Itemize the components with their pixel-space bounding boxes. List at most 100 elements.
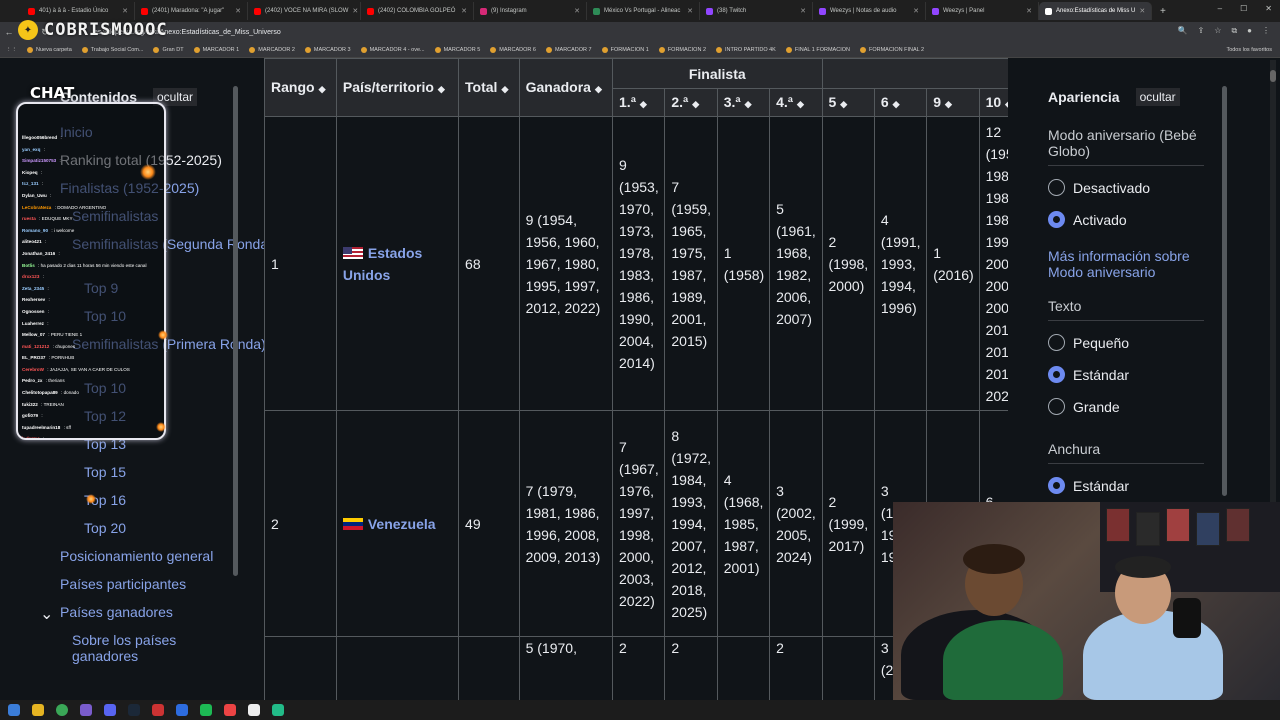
chrome-icon[interactable]: [56, 704, 68, 716]
cell-pais[interactable]: [335, 636, 460, 700]
radio-selected-icon[interactable]: [1048, 211, 1065, 228]
sort-icon[interactable]: ◆: [893, 99, 900, 109]
cell-pais[interactable]: Venezuela: [335, 410, 460, 637]
profile-icon[interactable]: ●: [1247, 26, 1252, 36]
bookmark-item[interactable]: FORMACION 1: [601, 46, 649, 53]
col-finalist-sub[interactable]: 2.ª ◆: [664, 88, 718, 117]
menu-icon[interactable]: ⋮: [1262, 26, 1270, 36]
radio-text-large[interactable]: Grande: [1048, 398, 1120, 415]
appearance-scrollbar[interactable]: [1222, 86, 1227, 496]
app-icon[interactable]: [80, 704, 92, 716]
close-icon[interactable]: ✕: [1265, 4, 1272, 13]
bookmark-item[interactable]: MARCADOR 6: [490, 46, 536, 53]
col-finalist-sub[interactable]: 1.ª ◆: [612, 88, 666, 117]
app-icon[interactable]: [176, 704, 188, 716]
share-icon[interactable]: ⇪: [1198, 26, 1205, 36]
toc-item[interactable]: Países ganadores: [60, 604, 173, 620]
sort-icon[interactable]: ◆: [595, 84, 602, 94]
toc-item[interactable]: Top 15: [84, 464, 126, 480]
zoom-icon[interactable]: 🔍: [1178, 26, 1188, 36]
browser-tab[interactable]: (9) Instagram ✕: [474, 2, 587, 20]
bookmark-item[interactable]: FINAL 1 FORMACION: [785, 46, 850, 53]
bookmark-item[interactable]: Gran DT: [153, 46, 184, 53]
spotify-icon[interactable]: [200, 704, 212, 716]
tab-close-icon[interactable]: ✕: [574, 7, 580, 15]
col-finalist-sub[interactable]: 5 ◆: [821, 88, 875, 117]
radio-text-standard[interactable]: Estándar: [1048, 366, 1129, 383]
col-ganadora[interactable]: Ganadora ◆: [518, 58, 614, 117]
col-finalist-sub[interactable]: 9 ◆: [926, 88, 980, 117]
col-finalist-sub[interactable]: 6 ◆: [873, 88, 928, 117]
col-finalist-sub[interactable]: 10◆: [978, 88, 1008, 117]
radio-anniversary-on[interactable]: Activado: [1048, 211, 1127, 228]
sort-icon[interactable]: ◆: [840, 99, 847, 109]
tab-close-icon[interactable]: ✕: [913, 7, 919, 15]
maximize-icon[interactable]: ☐: [1240, 4, 1247, 13]
toc-item[interactable]: Sobre los países ganadores: [72, 632, 192, 664]
browser-tab[interactable]: Weezys | Notas de audio ✕: [813, 2, 926, 20]
bookmark-item[interactable]: MARCADOR 7: [545, 46, 592, 53]
bookmark-item[interactable]: MARCADOR 1: [193, 46, 239, 53]
windows-start-icon[interactable]: [8, 704, 20, 716]
apps-icon[interactable]: ⋮⋮: [6, 47, 17, 53]
radio-icon[interactable]: [1048, 398, 1065, 415]
minimize-icon[interactable]: –: [1218, 4, 1222, 13]
discord-icon[interactable]: [104, 704, 116, 716]
bookmark-item[interactable]: MARCADOR 3: [304, 46, 351, 53]
cell-pais[interactable]: Estados Unidos: [335, 116, 460, 411]
toc-item[interactable]: Top 20: [84, 520, 126, 536]
bookmark-item[interactable]: FORMACION FINAL 2: [859, 46, 924, 53]
bookmark-item[interactable]: INTRO PARTIDO 4K: [716, 46, 776, 53]
col-rango[interactable]: Rango ◆: [264, 58, 337, 117]
browser-tab[interactable]: (2402) COLOMBIA GOLPEÓ ✕: [361, 2, 474, 20]
anniversary-info-link[interactable]: Más información sobre Modo aniversario: [1048, 248, 1213, 280]
col-pais[interactable]: País/territorio ◆: [335, 58, 460, 117]
tab-close-icon[interactable]: ✕: [122, 7, 128, 15]
radio-icon[interactable]: [1048, 179, 1065, 196]
bookmark-item[interactable]: MARCADOR 4 - ove...: [360, 46, 425, 53]
scroll-thumb[interactable]: [1270, 70, 1276, 82]
tab-close-icon[interactable]: ✕: [235, 7, 241, 15]
radio-width-standard[interactable]: Estándar: [1048, 477, 1129, 494]
browser-tab[interactable]: México Vs Portugal - Alineac ✕: [587, 2, 700, 20]
bookmark-item[interactable]: Nueva carpeta: [27, 46, 72, 53]
chevron-down-icon[interactable]: ⌄: [40, 604, 53, 624]
tab-close-icon[interactable]: ✕: [800, 7, 806, 15]
bookmark-item[interactable]: MARCADOR 5: [434, 46, 480, 53]
app-icon[interactable]: [248, 704, 260, 716]
sort-icon[interactable]: ◆: [745, 99, 752, 109]
browser-tab[interactable]: (38) Twitch ✕: [700, 2, 813, 20]
sort-icon[interactable]: ◆: [319, 84, 326, 94]
toc-item[interactable]: Países participantes: [60, 576, 186, 592]
sort-icon[interactable]: ◆: [640, 99, 647, 109]
radio-selected-icon[interactable]: [1048, 366, 1065, 383]
bookmark-item[interactable]: Trabajo Social Com...: [81, 46, 143, 53]
tab-close-icon[interactable]: ✕: [1139, 7, 1145, 15]
new-tab-icon[interactable]: +: [1160, 6, 1166, 17]
browser-tab[interactable]: (2401) Maradona: "A jugar" ✕: [135, 2, 248, 20]
radio-text-small[interactable]: Pequeño: [1048, 334, 1129, 351]
sort-icon[interactable]: ◆: [945, 99, 952, 109]
sort-icon[interactable]: ◆: [797, 99, 804, 109]
back-icon[interactable]: ←: [0, 27, 18, 37]
radio-selected-icon[interactable]: [1048, 477, 1065, 494]
bookmark-item[interactable]: FORMACION 2: [658, 46, 706, 53]
extensions-icon[interactable]: ⧉: [1231, 26, 1237, 36]
tab-close-icon[interactable]: ✕: [1026, 7, 1032, 15]
col-finalist-sub[interactable]: 3.ª ◆: [716, 88, 771, 117]
star-icon[interactable]: ☆: [1214, 26, 1221, 36]
sort-icon[interactable]: ◆: [438, 84, 445, 94]
tab-close-icon[interactable]: ✕: [461, 7, 467, 15]
bookmark-item[interactable]: MARCADOR 2: [249, 46, 295, 53]
radio-anniversary-off[interactable]: Desactivado: [1048, 179, 1150, 196]
col-finalist-sub[interactable]: 4.ª ◆: [769, 88, 823, 117]
browser-tab[interactable]: 401) à â â - Estadio Único ✕: [22, 2, 135, 20]
sort-icon[interactable]: ◆: [692, 99, 699, 109]
app-icon[interactable]: [272, 704, 284, 716]
steam-icon[interactable]: [128, 704, 140, 716]
browser-tab[interactable]: (2402) VOCE NA MIRA (SLOW ✕: [248, 2, 361, 20]
app-icon[interactable]: [224, 704, 236, 716]
radio-icon[interactable]: [1048, 334, 1065, 351]
tab-close-icon[interactable]: ✕: [352, 7, 358, 15]
col-total[interactable]: Total ◆: [458, 58, 520, 117]
